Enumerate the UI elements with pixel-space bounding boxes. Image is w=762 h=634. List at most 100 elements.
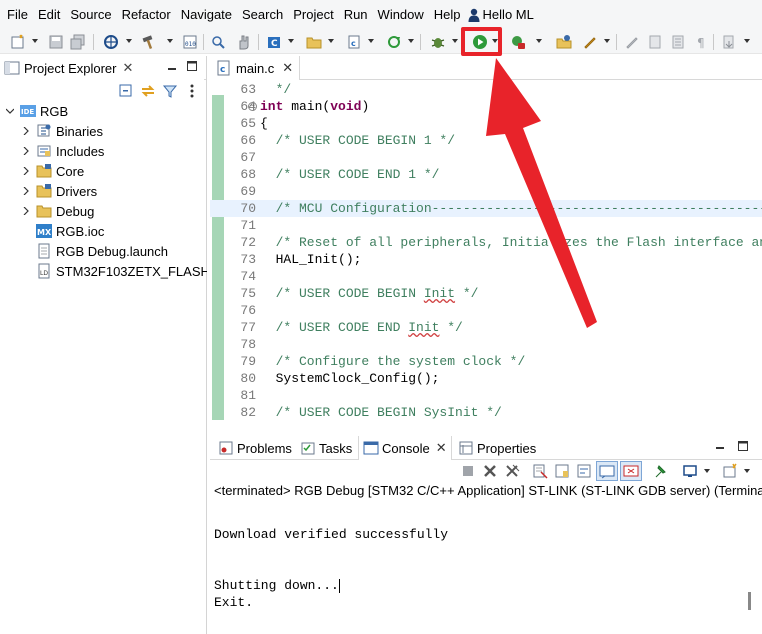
code-area[interactable]: 63 */ 64− int main(void) 65{ 66 /* USER C… [210,81,762,431]
tab-label: Properties [477,440,537,456]
tree-item-ioc[interactable]: MX RGB.ioc [0,221,207,241]
tree-item-debug[interactable]: Debug [0,201,207,221]
menu-edit[interactable]: Edit [33,0,65,30]
tab-main-c[interactable]: c main.c ✕ [210,56,300,80]
tab-properties[interactable]: Properties [454,436,540,460]
scroll-lock-icon[interactable] [554,463,570,482]
menu-help[interactable]: Help [429,0,466,30]
word-wrap-icon[interactable] [576,463,592,482]
refresh-icon[interactable] [384,32,404,52]
debug-config-icon[interactable] [101,32,121,52]
user-icon [468,8,480,22]
menu-search[interactable]: Search [237,0,288,30]
console-output[interactable]: Download verified successfully Shutting d… [214,526,448,611]
open-console-icon[interactable] [722,463,738,482]
pin-icon[interactable] [580,32,600,52]
minimize-icon[interactable] [166,60,178,75]
maximize-icon[interactable] [737,440,749,455]
menu-navigate[interactable]: Navigate [176,0,237,30]
menu-run[interactable]: Run [339,0,373,30]
code-line: 63 */ [240,82,292,97]
terminate-icon[interactable] [460,463,476,482]
tree-item-includes[interactable]: Includes [0,141,207,161]
build-hammer-icon[interactable] [139,32,159,52]
view-menu-icon[interactable] [184,83,200,102]
new-folder-icon[interactable] [304,32,324,52]
collapse-all-icon[interactable] [118,83,134,102]
code-line: 76 [240,303,256,318]
menu-refactor[interactable]: Refactor [117,0,176,30]
next-annotation-icon[interactable] [719,32,739,52]
save-all-icon[interactable] [68,32,88,52]
main-toolbar: 010 C c ¶ [0,30,762,54]
new-c-class-icon[interactable]: C [264,32,284,52]
remove-all-icon[interactable] [504,463,520,482]
console-line: Download verified successfully [214,527,449,542]
menu-project[interactable]: Project [288,0,338,30]
link-editor-icon[interactable] [140,83,156,102]
menu-user[interactable]: Hello ML [466,0,539,30]
code-line: 69 [240,184,256,199]
scrollbar-thumb[interactable] [748,592,751,610]
file-icon [36,243,52,259]
svg-text:C: C [271,39,278,49]
pen-icon[interactable] [622,32,642,52]
maximize-icon[interactable] [186,60,198,75]
tree-item-binaries[interactable]: Binaries [0,121,207,141]
display-console-icon[interactable] [682,463,698,482]
menu-file[interactable]: File [2,0,33,30]
code-line: 82 /* USER CODE BEGIN SysInit */ [240,405,502,420]
editor-tabbar: c main.c ✕ [210,56,762,80]
fold-collapse-icon[interactable]: − [248,102,257,111]
toggle-mark-icon[interactable] [645,32,665,52]
new-icon[interactable] [8,32,28,52]
folder-icon [36,163,52,179]
clear-console-icon[interactable] [532,463,548,482]
close-icon[interactable]: ✕ [282,60,293,76]
block-select-icon[interactable] [668,32,688,52]
chevron-down-icon[interactable] [744,469,750,473]
tab-tasks[interactable]: Tasks [296,436,356,460]
code-line: 71 [240,218,256,233]
chevron-right-icon[interactable] [22,207,30,215]
pin-console-icon[interactable] [652,463,668,482]
tree-item-ld[interactable]: LD STM32F103ZETX_FLASH.ld [0,261,207,281]
show-on-stdout-icon[interactable] [596,461,618,481]
tab-console[interactable]: Console ✕ [358,436,452,460]
minimize-icon[interactable] [714,440,726,455]
open-folder-icon[interactable] [554,32,574,52]
tree-item-drivers[interactable]: Drivers [0,181,207,201]
filter-icon[interactable] [162,83,178,102]
whitespace-icon[interactable]: ¶ [691,32,711,52]
chevron-down-icon[interactable] [6,107,14,115]
menu-source[interactable]: Source [65,0,116,30]
tree-item-launch[interactable]: RGB Debug.launch [0,241,207,261]
remove-launch-icon[interactable] [482,463,498,482]
tree-item-core[interactable]: Core [0,161,207,181]
tab-project-explorer[interactable]: Project Explorer ✕ [0,56,204,80]
svg-text:¶: ¶ [697,36,705,50]
chevron-right-icon[interactable] [22,127,30,135]
chevron-right-icon[interactable] [22,187,30,195]
chevron-right-icon[interactable] [22,167,30,175]
close-icon[interactable]: ✕ [122,60,133,76]
hand-tool-icon[interactable] [234,32,254,52]
scan-icon[interactable] [208,32,228,52]
save-icon[interactable] [46,32,66,52]
tree-item-rgb[interactable]: IDE RGB [0,101,207,121]
menu-window[interactable]: Window [373,0,429,30]
project-explorer-icon [4,61,20,75]
binary-icon[interactable]: 010 [180,32,200,52]
chevron-down-icon[interactable] [704,469,710,473]
tab-problems[interactable]: Problems [214,436,296,460]
chevron-right-icon[interactable] [22,147,30,155]
console-toolbar [210,461,762,481]
code-line: 65{ [240,116,268,131]
new-c-file-icon[interactable]: c [344,32,364,52]
code-line: 77 /* USER CODE END Init */ [240,320,463,335]
close-icon[interactable]: ✕ [436,440,447,456]
external-tools-icon[interactable] [508,32,528,52]
debug-bug-icon[interactable] [428,32,448,52]
show-on-stderr-icon[interactable] [620,461,642,481]
